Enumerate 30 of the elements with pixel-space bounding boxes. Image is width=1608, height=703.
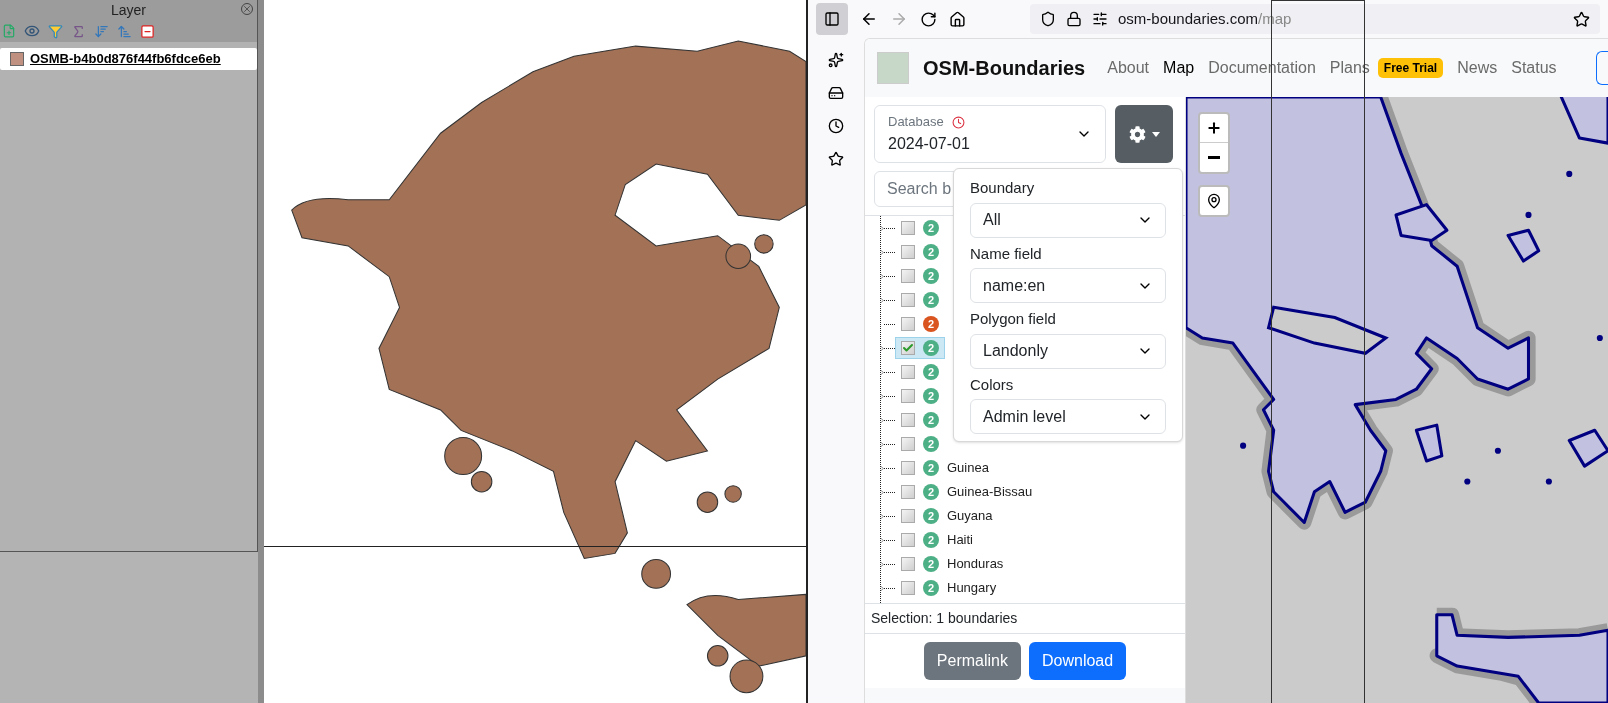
boundary-name: Honduras (947, 555, 1004, 574)
boundary-name: Hungary (947, 579, 997, 598)
field-label: Colors (970, 374, 1015, 395)
admin-level-badge: 2 (923, 484, 939, 500)
layer-name: OSMB-b4b0d876f44fb6fdce6eb (30, 50, 221, 69)
admin-level-badge: 2 (923, 244, 939, 260)
field-label: Boundary (970, 178, 1036, 198)
panel-title: Layer (111, 0, 146, 20)
admin-level-badge: 2 (923, 316, 939, 332)
admin-level-badge: 2 (923, 532, 939, 548)
admin-level-badge: 2 (923, 220, 939, 236)
admin-level-badge: 2 (923, 388, 939, 404)
boundary-name: Haiti (947, 531, 973, 550)
admin-level-badge: 2 (923, 436, 939, 452)
admin-level-badge: 2 (923, 580, 939, 596)
selection-count: Selection: 1 boundaries (871, 609, 1018, 628)
free-trial-badge: Free Trial (1377, 58, 1444, 78)
admin-level-badge: 2 (923, 364, 939, 380)
admin-level-badge: 2 (923, 508, 939, 524)
admin-level-badge: 2 (923, 340, 939, 356)
boundary-name: Guyana (947, 507, 993, 526)
admin-level-badge: 2 (923, 412, 939, 428)
admin-level-badge: 2 (923, 292, 939, 308)
field-label: Name field (970, 243, 1043, 264)
boundary-name: Guinea (947, 459, 989, 478)
field-label: Polygon field (970, 309, 1057, 329)
admin-level-badge: 2 (923, 268, 939, 284)
admin-level-badge: 2 (923, 556, 939, 572)
admin-level-badge: 2 (923, 460, 939, 476)
boundary-name: Guinea-Bissau (947, 483, 1033, 502)
